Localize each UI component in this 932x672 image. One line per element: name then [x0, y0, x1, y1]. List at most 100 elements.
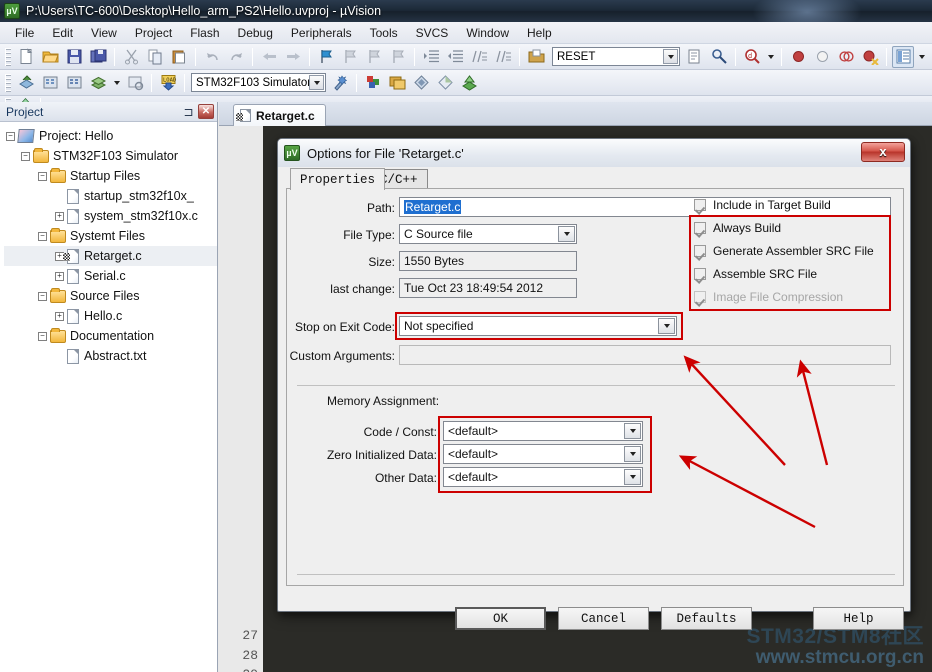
tree-item-startup-files[interactable]: − Startup Files [4, 166, 217, 186]
pack-installer-icon[interactable] [458, 72, 480, 94]
close-icon[interactable]: x [861, 142, 905, 162]
new-file-icon[interactable] [15, 46, 37, 68]
target-combo[interactable]: STM32F103 Simulator [191, 73, 326, 92]
code-const-combo[interactable]: <default> [443, 421, 643, 441]
outdent-icon[interactable] [444, 46, 466, 68]
bookmark-toggle-icon[interactable] [315, 46, 337, 68]
zero-initialized-data-combo[interactable]: <default> [443, 444, 643, 464]
menu-item-peripherals[interactable]: Peripherals [282, 24, 361, 42]
indent-icon[interactable] [420, 46, 442, 68]
pin-icon[interactable]: ⊐ [181, 104, 196, 119]
collapse-toggle-icon[interactable]: − [6, 131, 15, 141]
expand-toggle-icon[interactable]: + [55, 211, 64, 221]
paste-icon[interactable] [168, 46, 190, 68]
disable-all-breakpoints-icon[interactable] [835, 46, 857, 68]
menu-item-file[interactable]: File [6, 24, 43, 42]
menu-item-project[interactable]: Project [126, 24, 181, 42]
collapse-toggle-icon[interactable]: − [38, 231, 47, 241]
manage-windows-icon[interactable] [892, 45, 914, 68]
tree-item-project-hello[interactable]: − Project: Hello [4, 126, 217, 146]
find-in-files-icon[interactable] [708, 46, 730, 68]
custom-arguments-field[interactable] [399, 345, 891, 365]
checkbox-include-in-target-build[interactable]: Include in Target Build [694, 198, 831, 212]
expand-toggle-icon[interactable]: + [55, 311, 64, 321]
checkbox-icon[interactable] [694, 245, 706, 257]
build-icon[interactable] [39, 72, 61, 94]
bookmark-next-icon[interactable] [363, 46, 385, 68]
batch-build-icon[interactable] [87, 72, 109, 94]
batch-build-dropdown-icon[interactable] [111, 72, 122, 94]
tree-item-systemt-files[interactable]: − Systemt Files [4, 226, 217, 246]
save-icon[interactable] [63, 46, 85, 68]
checkbox-icon[interactable] [694, 199, 706, 211]
tree-item-hello-c[interactable]: + Hello.c [4, 306, 217, 326]
tree-item-system-stm32f10x[interactable]: + system_stm32f10x.c [4, 206, 217, 226]
target-options-icon[interactable] [329, 72, 351, 94]
chevron-down-icon[interactable] [663, 49, 678, 64]
toolbar-grip[interactable] [5, 47, 11, 66]
menu-item-help[interactable]: Help [518, 24, 561, 42]
bookmark-clear-icon[interactable] [387, 46, 409, 68]
manage-windows-dropdown-icon[interactable] [916, 46, 927, 68]
expand-toggle-icon[interactable]: + [55, 271, 64, 281]
kill-all-breakpoints-icon[interactable] [859, 46, 881, 68]
cut-icon[interactable] [120, 46, 142, 68]
undo-icon[interactable] [201, 46, 223, 68]
stop-build-icon[interactable] [124, 72, 146, 94]
defaults-button[interactable]: Defaults [661, 607, 752, 630]
collapse-toggle-icon[interactable]: − [21, 151, 30, 161]
tree-item-startup-stm32f10x[interactable]: startup_stm32f10x_ [4, 186, 217, 206]
reset-combo[interactable]: RESET [552, 47, 680, 66]
insert-breakpoint-icon[interactable] [787, 46, 809, 68]
navigate-back-icon[interactable] [258, 46, 280, 68]
comment-icon[interactable] [468, 46, 490, 68]
collapse-toggle-icon[interactable]: − [38, 171, 47, 181]
redo-icon[interactable] [225, 46, 247, 68]
menu-item-svcs[interactable]: SVCS [407, 24, 458, 42]
chevron-down-icon[interactable] [558, 226, 575, 242]
close-icon[interactable]: ✕ [198, 104, 214, 119]
collapse-toggle-icon[interactable]: − [38, 291, 47, 301]
open-config-icon[interactable] [525, 46, 547, 68]
disable-breakpoint-icon[interactable] [811, 46, 833, 68]
translate-icon[interactable] [15, 72, 37, 94]
download-icon[interactable]: LOAD [157, 72, 179, 94]
navigate-forward-icon[interactable] [282, 46, 304, 68]
editor-tab-retarget-c[interactable]: Retarget.c [233, 104, 326, 126]
tree-item-serial-c[interactable]: + Serial.c [4, 266, 217, 286]
checkbox-icon[interactable] [694, 222, 706, 234]
cancel-button[interactable]: Cancel [558, 607, 649, 630]
tree-item-source-files[interactable]: − Source Files [4, 286, 217, 306]
tree-item-abstract-txt[interactable]: Abstract.txt [4, 346, 217, 366]
chevron-down-icon[interactable] [624, 423, 641, 439]
file-type-combo[interactable]: C Source file [399, 224, 577, 244]
checkbox-generate-assembler-src-file[interactable]: Generate Assembler SRC File [694, 244, 874, 258]
find-next-icon[interactable]: d [741, 46, 763, 68]
open-file-icon[interactable] [39, 46, 61, 68]
tree-item-stm32f103-simulator[interactable]: − STM32F103 Simulator [4, 146, 217, 166]
insert-doc-icon[interactable] [684, 46, 706, 68]
checkbox-assemble-src-file[interactable]: Assemble SRC File [694, 267, 817, 281]
menu-item-tools[interactable]: Tools [361, 24, 407, 42]
menu-item-flash[interactable]: Flash [181, 24, 228, 42]
checkbox-icon[interactable] [694, 268, 706, 280]
tree-item-documentation[interactable]: − Documentation [4, 326, 217, 346]
copy-icon[interactable] [144, 46, 166, 68]
menu-item-view[interactable]: View [82, 24, 126, 42]
toolbar-grip[interactable] [5, 73, 11, 92]
stop-on-exit-combo[interactable]: Not specified [399, 316, 677, 336]
manage-components-icon[interactable] [386, 72, 408, 94]
tab-properties[interactable]: Properties [290, 168, 386, 190]
project-window-icon[interactable] [362, 72, 384, 94]
uncomment-icon[interactable] [492, 46, 514, 68]
bookmark-prev-icon[interactable] [339, 46, 361, 68]
rebuild-icon[interactable] [63, 72, 85, 94]
other-data-combo[interactable]: <default> [443, 467, 643, 487]
menu-item-edit[interactable]: Edit [43, 24, 82, 42]
checkbox-always-build[interactable]: Always Build [694, 221, 781, 235]
find-dropdown-icon[interactable] [765, 46, 776, 68]
chevron-down-icon[interactable] [624, 446, 641, 462]
chevron-down-icon[interactable] [309, 75, 324, 90]
chevron-down-icon[interactable] [624, 469, 641, 485]
menu-item-debug[interactable]: Debug [229, 24, 282, 42]
